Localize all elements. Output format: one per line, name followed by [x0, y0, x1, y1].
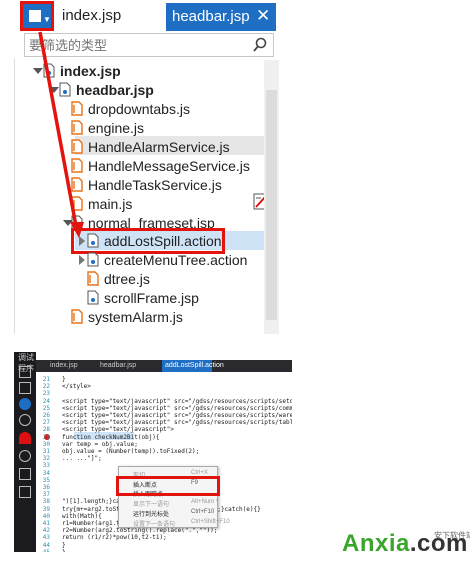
- terminal-icon[interactable]: [19, 382, 31, 394]
- js-file-icon: [71, 101, 83, 116]
- debugger-screenshot: 调试程序 index.jsp headbar.jsp addLostSpill.…: [14, 352, 292, 552]
- line-number: 40: [42, 512, 50, 520]
- js-file-icon: [71, 196, 83, 211]
- line-number: 33: [42, 462, 50, 470]
- jsp-file-icon: [59, 82, 71, 97]
- line-number: 22: [42, 383, 50, 391]
- file-tree: index.jsp headbar.jsp dropdowntabs.js en…: [14, 58, 279, 334]
- code-line: r2=Number(arg2.toString().replace(".",""…: [62, 527, 218, 535]
- line-number: 38: [42, 498, 50, 506]
- scrollbar-thumb[interactable]: [266, 90, 277, 320]
- line-number: 31: [42, 448, 50, 455]
- code-line: }: [62, 376, 66, 383]
- code-line: return (r1/r2)*pow(10,t2-t1);: [62, 534, 167, 542]
- line-number: 42: [42, 527, 50, 535]
- paint-icon[interactable]: [19, 432, 31, 444]
- line-number: 27: [42, 419, 50, 427]
- document-tab-bar: ▼ index.jsp headbar.jsp ✕: [0, 0, 470, 34]
- js-file-icon: [71, 139, 83, 154]
- menu-item-run-to-cursor[interactable]: 运行到光标处 Ctrl+F10: [119, 508, 219, 518]
- solution-explorer-panel: ▼ index.jsp headbar.jsp ✕ index.jsp head…: [0, 0, 470, 334]
- tab-headbar-jsp[interactable]: headbar.jsp: [100, 362, 136, 369]
- filter-input[interactable]: [29, 36, 249, 54]
- line-number: 32: [42, 455, 50, 463]
- annotation-highlight-box: [20, 1, 54, 31]
- code-line: obj.value = (Number(temp)).toFixed(2);: [62, 448, 200, 455]
- tab-addlostspill-action[interactable]: addLostSpill.action: [162, 360, 224, 372]
- tab-label: headbar.jsp: [172, 8, 250, 25]
- jsp-file-icon: [43, 63, 55, 78]
- activity-sidebar: 调试程序: [14, 352, 36, 552]
- line-number: 35: [42, 476, 50, 484]
- wifi-icon[interactable]: [19, 414, 31, 426]
- code-editor[interactable]: 21 22 23 24 25 26 27 28 29 30 31 32 33 34 35 36 37 38 39 40…: [36, 372, 292, 552]
- line-number: 21: [42, 376, 50, 383]
- line-number: 34: [42, 469, 50, 477]
- code-line: function checkNum2Bit(obj){: [62, 433, 160, 441]
- line-number: 37: [42, 491, 50, 499]
- line-number: 45: [36, 549, 50, 552]
- line-number: 28: [42, 426, 50, 434]
- line-number: 25: [42, 404, 50, 412]
- code-line: </style>: [62, 383, 91, 391]
- js-file-icon: [87, 271, 99, 286]
- code-line: ... ..."]";: [62, 455, 102, 463]
- devices-icon[interactable]: [19, 486, 31, 498]
- line-number: 36: [42, 484, 50, 491]
- code-line: <script type="text/javascript" src="/gds…: [62, 397, 292, 405]
- annotation-highlight-box: [116, 476, 220, 496]
- logo-subtitle: 安下软件站: [434, 531, 470, 540]
- search-icon[interactable]: [253, 37, 267, 53]
- debug-icon[interactable]: [19, 398, 31, 410]
- gear-icon[interactable]: [19, 450, 31, 462]
- js-file-icon: [71, 158, 83, 173]
- jsp-file-icon: [87, 290, 99, 305]
- js-file-icon: [71, 120, 83, 135]
- line-number: 24: [42, 397, 50, 405]
- expand-arrow-icon[interactable]: [33, 68, 43, 74]
- line-number: 29: [42, 433, 50, 441]
- code-line: <script type="text/javascript" src="/gds…: [62, 404, 292, 412]
- expand-arrow-icon[interactable]: [49, 87, 59, 93]
- line-number: 44: [42, 541, 50, 549]
- action-file-icon: [87, 252, 99, 267]
- site-logo: Anxia.com 安下软件站: [342, 528, 470, 560]
- code-line: <script type="text/javascript" src="/gds…: [62, 419, 292, 427]
- line-number: 23: [42, 390, 50, 398]
- tab-index-jsp[interactable]: index.jsp: [50, 362, 78, 369]
- filter-field[interactable]: [24, 33, 274, 57]
- camera-icon[interactable]: [19, 468, 31, 480]
- line-number: 43: [42, 534, 50, 542]
- tab-index-jsp[interactable]: index.jsp: [62, 7, 121, 24]
- js-file-icon: [71, 177, 83, 192]
- line-number: 39: [42, 505, 50, 513]
- close-icon[interactable]: ✕: [256, 6, 270, 26]
- code-line: <script type="text/javascript" src="/gds…: [62, 412, 292, 419]
- annotation-highlight-box: [71, 228, 225, 254]
- code-line: }: [62, 549, 66, 552]
- code-line: <script type="text/javascript">: [62, 426, 174, 434]
- files-icon[interactable]: [19, 366, 31, 378]
- line-number: 41: [42, 520, 50, 527]
- code-line: with(Math){: [62, 512, 102, 520]
- expand-arrow-icon[interactable]: [79, 255, 85, 265]
- line-number: 26: [42, 412, 50, 419]
- js-file-icon: [71, 309, 83, 324]
- code-line: var temp = obj.value;: [62, 440, 138, 448]
- tree-scrollbar[interactable]: [264, 60, 279, 334]
- line-number: 30: [42, 440, 50, 448]
- menu-item-show-next-statement[interactable]: 显示下一语句 Alt+Num *: [119, 498, 219, 508]
- menu-item-set-next-statement[interactable]: 设置下一条语句 Ctrl+Shift+F10: [119, 518, 230, 528]
- code-line: }: [62, 541, 66, 549]
- tab-headbar-jsp[interactable]: headbar.jsp ✕: [166, 3, 276, 31]
